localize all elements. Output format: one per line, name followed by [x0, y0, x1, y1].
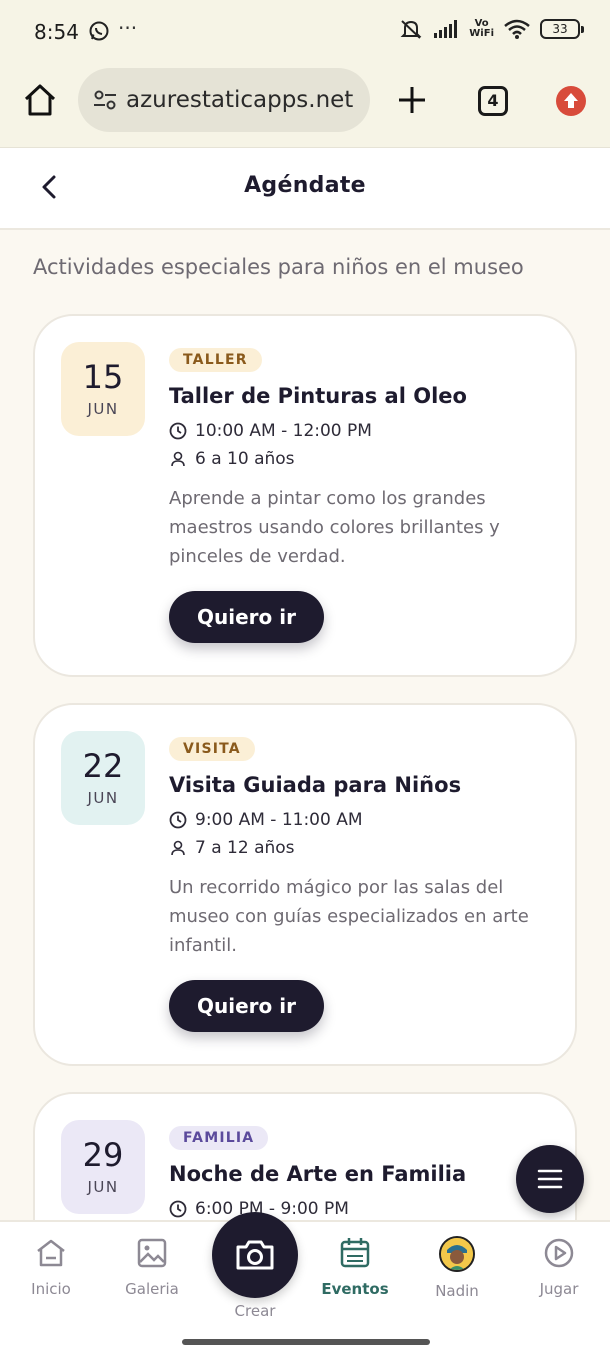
- url-text: azurestaticapps.net: [126, 87, 354, 113]
- page-title: Agéndate: [244, 173, 366, 198]
- nav-eventos-label: Eventos: [321, 1280, 389, 1298]
- image-icon: [137, 1238, 167, 1268]
- event-card: 15 JUN TALLER Taller de Pinturas al Oleo…: [33, 314, 577, 677]
- nav-inicio-label: Inicio: [31, 1280, 71, 1298]
- nav-nadin-label: Nadin: [435, 1282, 479, 1300]
- event-day: 15: [82, 358, 124, 396]
- event-title: Taller de Pinturas al Oleo: [169, 384, 467, 408]
- camera-icon: [236, 1240, 274, 1270]
- whatsapp-icon: [89, 21, 109, 41]
- home-icon: [37, 1239, 65, 1267]
- play-icon: [544, 1238, 574, 1268]
- event-day: 29: [82, 1136, 124, 1174]
- event-description: Un recorrido mágico por las salas del mu…: [169, 877, 529, 956]
- menu-button[interactable]: [516, 1145, 584, 1213]
- event-title: Noche de Arte en Familia: [169, 1162, 467, 1186]
- person-icon: [171, 840, 185, 856]
- event-time: 10:00 AM - 12:00 PM: [195, 421, 372, 441]
- event-month: JUN: [87, 1178, 119, 1196]
- event-ages: 6 a 10 años: [195, 449, 295, 469]
- page-subtitle: Actividades especiales para niños en el …: [33, 255, 524, 279]
- clock-icon: [169, 422, 187, 440]
- nav-eventos[interactable]: Eventos: [310, 1236, 400, 1298]
- gesture-bar: [182, 1339, 430, 1345]
- nav-crear-label: Crear: [234, 1302, 276, 1320]
- new-tab-icon[interactable]: [396, 84, 428, 116]
- event-card: 22 JUN VISITA Visita Guiada para Niños 9…: [33, 703, 577, 1066]
- clock-icon: [169, 1200, 187, 1218]
- signal-icon: [434, 20, 458, 38]
- nav-galeria-label: Galeria: [125, 1280, 179, 1298]
- address-bar[interactable]: azurestaticapps.net: [78, 68, 370, 132]
- silent-icon: [400, 20, 422, 39]
- crear-camera-button[interactable]: [212, 1212, 298, 1298]
- bottom-navigation: Inicio Galeria Eventos Nadin Jugar: [0, 1220, 610, 1356]
- nav-jugar-label: Jugar: [539, 1280, 579, 1298]
- event-tag: VISITA: [169, 737, 255, 761]
- status-time: 8:54: [34, 20, 79, 44]
- nav-jugar[interactable]: Jugar: [514, 1236, 604, 1298]
- home-icon[interactable]: [22, 82, 58, 118]
- event-date: 29 JUN: [61, 1120, 145, 1214]
- event-month: JUN: [87, 400, 119, 418]
- vowifi-indicator: Vo WiFi: [469, 19, 494, 39]
- event-time: 9:00 AM - 11:00 AM: [195, 810, 363, 830]
- profile-avatar-icon: [441, 1238, 473, 1270]
- vowifi-label-bottom: WiFi: [469, 28, 494, 39]
- hamburger-menu-icon: [537, 1169, 563, 1189]
- arrow-up-icon: [564, 93, 578, 108]
- nav-inicio[interactable]: Inicio: [6, 1236, 96, 1298]
- more-notifications-icon: ···: [118, 16, 138, 40]
- event-month: JUN: [87, 789, 119, 807]
- nav-nadin[interactable]: Nadin: [412, 1236, 502, 1300]
- wifi-icon: [504, 19, 530, 39]
- avatar: [439, 1236, 475, 1272]
- event-date: 22 JUN: [61, 731, 145, 825]
- status-bar: 8:54 ··· Vo WiFi 33: [0, 0, 610, 62]
- event-ages: 7 a 12 años: [195, 838, 295, 858]
- person-icon: [171, 451, 185, 467]
- quiero-ir-button[interactable]: Quiero ir: [169, 980, 324, 1032]
- event-day: 22: [82, 747, 124, 785]
- calendar-icon: [340, 1238, 370, 1268]
- nav-galeria[interactable]: Galeria: [107, 1236, 197, 1298]
- event-tag: FAMILIA: [169, 1126, 269, 1150]
- event-tag: TALLER: [169, 348, 262, 372]
- browser-toolbar: azurestaticapps.net 4: [0, 62, 610, 148]
- site-settings-icon[interactable]: [92, 87, 118, 113]
- event-title: Visita Guiada para Niños: [169, 773, 462, 797]
- event-date: 15 JUN: [61, 342, 145, 436]
- battery-indicator: 33: [540, 19, 584, 39]
- clock-icon: [169, 811, 187, 829]
- event-description: Aprende a pintar como los grandes maestr…: [169, 488, 500, 567]
- page-header: Agéndate: [0, 148, 610, 230]
- update-icon[interactable]: [556, 86, 586, 116]
- tab-switcher-button[interactable]: 4: [478, 86, 508, 116]
- quiero-ir-button[interactable]: Quiero ir: [169, 591, 324, 643]
